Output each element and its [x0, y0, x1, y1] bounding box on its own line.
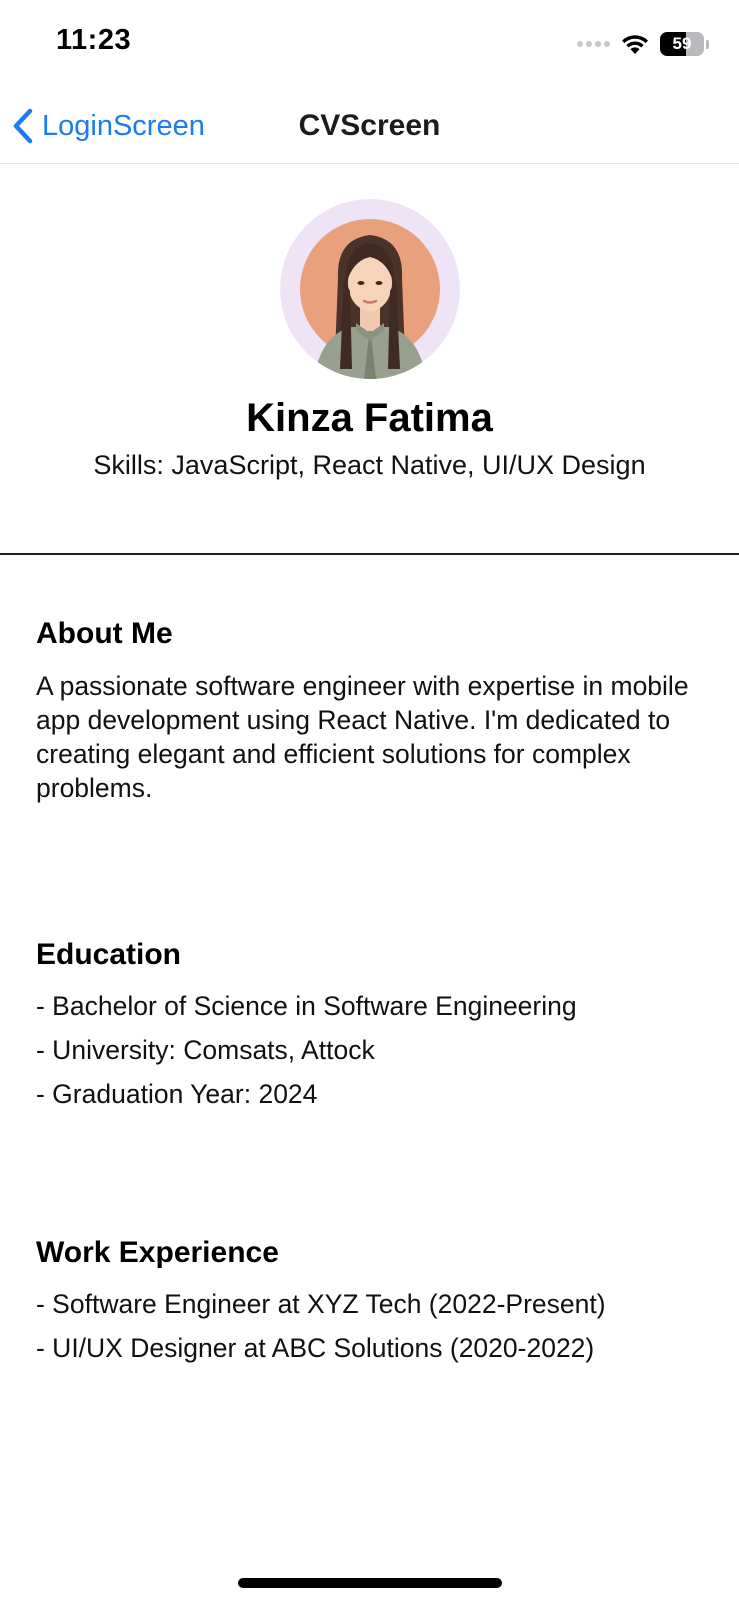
about-title: About Me — [36, 617, 173, 650]
status-indicators: 59 — [577, 30, 709, 58]
battery-level: 59 — [672, 34, 692, 53]
education-section: Education - Bachelor of Science in Softw… — [36, 938, 716, 1110]
work-item: - UI/UX Designer at ABC Solutions (2020-… — [36, 1333, 595, 1363]
battery-cap — [706, 39, 709, 49]
screen-title: CVScreen — [298, 109, 441, 142]
education-item: - Bachelor of Science in Software Engine… — [36, 991, 577, 1021]
cellular-signal-icon — [577, 41, 610, 47]
section-divider — [0, 553, 739, 555]
home-indicator[interactable] — [238, 1578, 502, 1588]
work-title: Work Experience — [36, 1236, 279, 1269]
about-text: A passionate software engineer with expe… — [36, 671, 689, 803]
profile-illustration — [280, 199, 460, 379]
about-section: About Me A passionate software engineer … — [36, 617, 716, 805]
navigation-header: LoginScreen CVScreen — [0, 90, 739, 164]
profile-name: Kinza Fatima — [246, 396, 493, 440]
avatar — [280, 199, 460, 379]
work-item: - Software Engineer at XYZ Tech (2022-Pr… — [36, 1289, 606, 1319]
work-section: Work Experience - Software Engineer at X… — [36, 1236, 716, 1364]
battery-icon: 59 — [660, 32, 704, 56]
education-title: Education — [36, 938, 182, 971]
profile-skills: Skills: JavaScript, React Native, UI/UX … — [93, 450, 646, 480]
status-bar: 11:23 59 — [0, 0, 739, 90]
education-item: - University: Comsats, Attock — [36, 1035, 375, 1065]
education-item: - Graduation Year: 2024 — [36, 1079, 318, 1109]
status-time: 11:23 — [56, 24, 132, 56]
wifi-icon — [622, 35, 648, 54]
